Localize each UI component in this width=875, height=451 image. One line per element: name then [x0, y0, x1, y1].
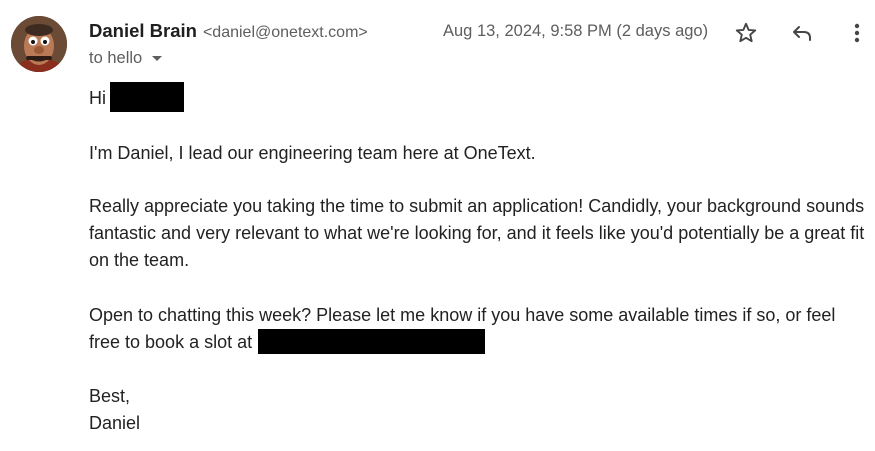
redacted-link [258, 328, 486, 354]
paragraph-2-line-1: Really appreciate you taking the time to… [89, 196, 865, 216]
paragraph-3-line-2: free to book a slot at [89, 332, 253, 352]
body-paragraph-3: Open to chatting this week? Please let m… [89, 302, 875, 356]
sender-name[interactable]: Daniel Brain [89, 20, 197, 42]
recipient-line: to hello [89, 49, 163, 68]
greeting-line: Hi [89, 82, 875, 114]
signoff: Best, [89, 386, 131, 406]
body-paragraph-1: I'm Daniel, I lead our engineering team … [89, 140, 875, 167]
email-message: Daniel Brain <daniel@onetext.com> Aug 13… [0, 0, 875, 451]
avatar-image [11, 16, 67, 72]
avatar[interactable] [11, 16, 67, 72]
recipient-text: to hello [89, 49, 143, 67]
paragraph-3-line-2-wrap: free to book a slot at [89, 328, 875, 356]
sender-line: Daniel Brain <daniel@onetext.com> [89, 20, 368, 44]
reply-button[interactable] [785, 16, 819, 50]
paragraph-1-text: I'm Daniel, I lead our engineering team … [89, 143, 536, 163]
paragraph-2-line-3: on the team. [89, 250, 190, 270]
star-icon [735, 22, 757, 43]
caret-down-icon[interactable] [152, 56, 163, 61]
sender-email: <daniel@onetext.com> [202, 24, 368, 41]
paragraph-2-line-2: fantastic and very relevant to what we'r… [89, 223, 865, 243]
paragraph-3-line-1: Open to chatting this week? Please let m… [89, 305, 836, 325]
body-paragraph-2: Really appreciate you taking the time to… [89, 193, 875, 274]
redacted-name [110, 82, 184, 112]
reply-icon [793, 26, 811, 41]
message-date: Aug 13, 2024, 9:58 PM (2 days ago) [443, 22, 709, 40]
more-vert-icon [854, 23, 860, 43]
greeting-text: Hi [89, 87, 106, 108]
signature-name: Daniel [89, 413, 141, 433]
star-button[interactable] [729, 16, 763, 50]
more-options-button[interactable] [840, 16, 874, 50]
